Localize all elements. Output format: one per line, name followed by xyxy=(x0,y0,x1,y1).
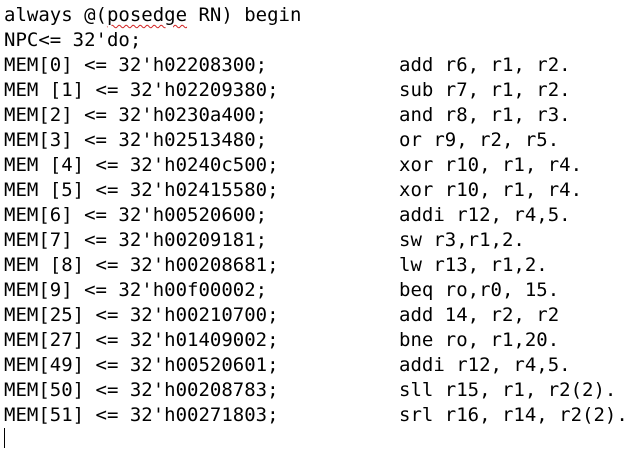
memory-assignment: MEM[50] <= 32'h00208783; xyxy=(4,379,279,401)
instruction-comment: or r9, r2, r5. xyxy=(399,129,560,151)
memory-assignment: MEM [5] <= 32'h02415580; xyxy=(4,179,279,201)
code-line-npc: NPC<= 32'do; xyxy=(4,29,142,51)
memory-assignment: MEM[2] <= 32'h0230a400; xyxy=(4,104,268,126)
instruction-comment: sll r15, r1, r2(2). xyxy=(399,379,617,401)
instruction-comment: add 14, r2, r2 xyxy=(399,304,560,326)
instruction-comment: sw r3,r1,2. xyxy=(399,229,525,251)
memory-assignment: MEM[27] <= 32'h01409002; xyxy=(4,329,279,351)
header-rest: RN) begin xyxy=(187,4,302,26)
text-cursor xyxy=(4,428,5,448)
memory-assignment: MEM [1] <= 32'h02209380; xyxy=(4,79,279,101)
code-line-header: always @(posedge RN) begin xyxy=(4,3,301,28)
code-editor[interactable]: always @(posedge RN) begin NPC<= 32'do; … xyxy=(0,0,643,449)
instruction-comment: xor r10, r1, r4. xyxy=(399,154,583,176)
memory-assignment: MEM[0] <= 32'h02208300; xyxy=(4,54,268,76)
memory-assignment: MEM [8] <= 32'h00208681; xyxy=(4,254,279,276)
memory-assignment: MEM[3] <= 32'h02513480; xyxy=(4,129,268,151)
instruction-comment: beq ro,r0, 15. xyxy=(399,279,560,301)
instruction-comment: addi r12, r4,5. xyxy=(399,204,571,226)
instruction-comment: sub r7, r1, r2. xyxy=(399,79,571,101)
memory-assignment: MEM[6] <= 32'h00520600; xyxy=(4,204,268,226)
memory-assignment: MEM[51] <= 32'h00271803; xyxy=(4,404,279,426)
memory-assignment: MEM[7] <= 32'h00209181; xyxy=(4,229,268,251)
memory-assignment: MEM[49] <= 32'h00520601; xyxy=(4,354,279,376)
spellcheck-misspelled-word: posedge xyxy=(106,4,188,26)
instruction-comment: srl r16, r14, r2(2). xyxy=(399,404,628,426)
memory-assignment: MEM [4] <= 32'h0240c500; xyxy=(4,154,279,176)
instruction-comment: addi r12, r4,5. xyxy=(399,354,571,376)
instruction-comment: and r8, r1, r3. xyxy=(399,104,571,126)
memory-assignment: MEM[9] <= 32'h00f00002; xyxy=(4,279,268,301)
keyword-always: always @( xyxy=(4,4,107,26)
instruction-comment: add r6, r1, r2. xyxy=(399,54,571,76)
instruction-comment: lw r13, r1,2. xyxy=(399,254,548,276)
instruction-comment: xor r10, r1, r4. xyxy=(399,179,583,201)
instruction-comment: bne ro, r1,20. xyxy=(399,329,560,351)
memory-assignment: MEM[25] <= 32'h00210700; xyxy=(4,304,279,326)
